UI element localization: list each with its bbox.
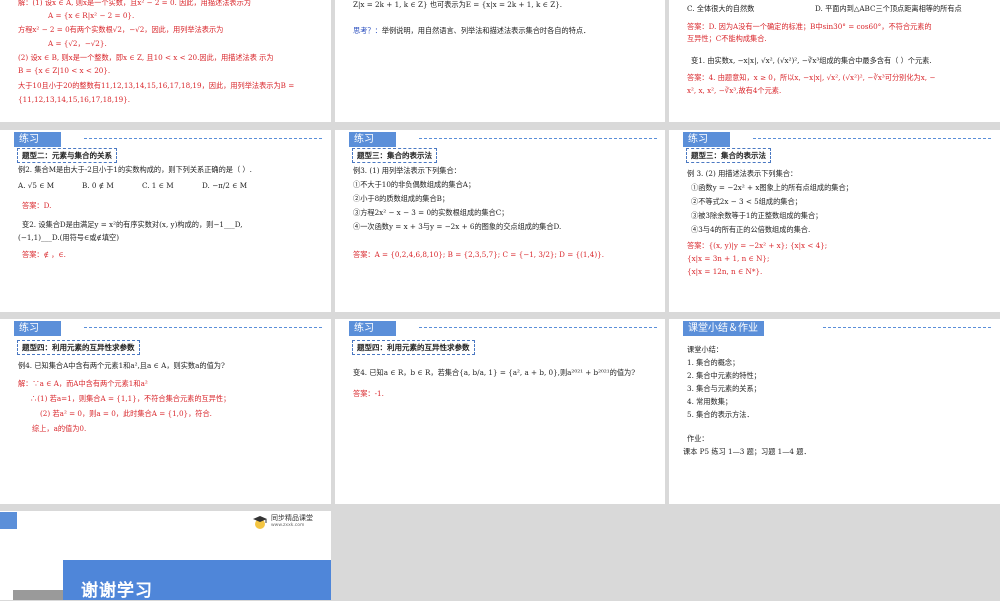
solution-line: A = {√2，−√2}. (48, 39, 107, 48)
topic-tag: 题型三：集合的表示法 (686, 148, 771, 163)
header-divider (84, 138, 322, 139)
corner-square (0, 512, 17, 529)
question-text: 例2. 集合M是由大于-2且小于1的实数构成的，则下列关系正确的是（ ）. (18, 165, 252, 174)
slide-6[interactable]: 练习 题型三：集合的表示法 例 3. (2) 用描述法表示下列集合： ①函数y … (669, 130, 1000, 312)
topic-tag: 题型四：利用元素的互异性求参数 (17, 340, 140, 355)
question-text: 例3. (1) 用列举法表示下列集合： (353, 166, 461, 175)
answer-value: D. (43, 201, 52, 210)
think-label: 思考？： (353, 26, 382, 35)
answer-line: {x|x = 3n + 1, n ∈ N}; (687, 254, 770, 263)
solution-line: (2) 若a² = 0，则a = 0，此时集合A = {1,0}，符合. (40, 409, 212, 418)
option-c: C. 1 ∈ M (142, 181, 174, 190)
slide-header: 练习 (349, 320, 396, 336)
list-item: ④一次函数y = x + 3与y = −2x + 6的图象的交点组成的集合D. (353, 222, 562, 231)
topic-tag: 题型三：集合的表示法 (352, 148, 437, 163)
answer-label: 答案： (22, 201, 44, 210)
summary-item: 4. 常用数集； (687, 397, 733, 406)
solution-line: B = {x ∈ Z|10 < x < 20}. (18, 66, 111, 75)
solution-line: A = {x ∈ R|x² − 2 = 0}. (48, 11, 135, 20)
question-text: (−1,1)___D.(用符号∈或∉填空) (18, 233, 120, 242)
answer-line: 答案：{(x, y)|y = −2x² + x}; {x|x < 4}; (687, 241, 828, 250)
answer-line: 互异性；C不能构成集合. (687, 34, 767, 43)
graduation-cap-icon (253, 516, 267, 529)
slide-header: 练习 (349, 131, 396, 147)
slide-1[interactable]: 解：(1) 设x ∈ A, 则x是一个实数，且x² − 2 = 0. 因此，用描… (0, 0, 331, 122)
option-d: D. −π/2 ∈ M (202, 181, 248, 190)
solution-line: 综上，a的值为0. (32, 424, 87, 433)
option-c: C. 全体很大的自然数 (687, 4, 755, 13)
slide-2[interactable]: Z|x = 2k + 1, k ∈ Z} 也可表示为E = {x|x = 2k … (335, 0, 665, 122)
list-item: ②不等式2x − 3 < 5组成的集合； (691, 197, 802, 206)
question-text: 变2. 设集合D是由满足y = x²的有序实数对(x, y)构成的，则−1___… (22, 220, 243, 229)
summary-item: 1. 集合的概念； (687, 358, 740, 367)
slide-3[interactable]: C. 全体很大的自然数 D. 平面内到△ABC三个顶点距离相等的所有点 答案：D… (669, 0, 1000, 122)
text-line: Z|x = 2k + 1, k ∈ Z} 也可表示为E = {x|x = 2k … (353, 0, 563, 9)
option-a: A. √5 ∈ M (18, 181, 55, 190)
slide-7[interactable]: 练习 题型四：利用元素的互异性求参数 例4. 已知集合A中含有两个元素1和a²,… (0, 319, 331, 504)
topic-tag: 题型二：元素与集合的关系 (17, 148, 117, 163)
summary-title: 课堂小结： (687, 345, 723, 354)
header-divider (419, 327, 657, 328)
think-text: 举例说明，用自然语言、列举法和描述法表示集合时各自的特点． (381, 26, 591, 35)
slide-5[interactable]: 练习 题型三：集合的表示法 例3. (1) 用列举法表示下列集合： ①不大于10… (335, 130, 665, 312)
solution-line: {11,12,13,14,15,16,17,18,19}. (18, 95, 131, 104)
answer-line: x², x, x², −∛x³,故有4个元素. (687, 86, 782, 95)
question-text: 变4. 已知a ∈ R，b ∈ R，若集合{a, b/a, 1} = {a², … (353, 368, 636, 377)
solution-line: 解：(1) 设x ∈ A, 则x是一个实数，且x² − 2 = 0. 因此，用描… (18, 0, 251, 7)
answer-line: {x|x = 12n, n ∈ N*}. (687, 267, 763, 276)
brand-logo: 同步精品课堂 www.zxxk.com (252, 514, 313, 530)
slide-9[interactable]: 课堂小结＆作业 课堂小结： 1. 集合的概念； 2. 集合中元素的特性； 3. … (669, 319, 1000, 504)
option-d: D. 平面内到△ABC三个顶点距离相等的所有点 (815, 4, 962, 13)
decorative-bar (13, 590, 63, 600)
list-item: ③方程2x² − x − 3 = 0的实数根组成的集合C； (353, 208, 509, 217)
thanks-title: 谢谢学习 (81, 581, 153, 601)
summary-item: 2. 集合中元素的特性； (687, 371, 761, 380)
answer-line: 答案：D. 因为A没有一个确定的标准；B中sin30° = cos60°，不符合… (687, 22, 932, 31)
solution-line: 方程x² − 2 = 0有两个实数根√2，−√2，因此，用列举法表示为 (18, 25, 224, 34)
header-divider (419, 138, 657, 139)
logo-url: www.zxxk.com (271, 523, 305, 528)
slide-8[interactable]: 练习 题型四：利用元素的互异性求参数 变4. 已知a ∈ R，b ∈ R，若集合… (335, 319, 665, 504)
summary-item: 3. 集合与元素的关系； (687, 384, 761, 393)
list-item: ①不大于10的非负偶数组成的集合A； (353, 180, 476, 189)
solution-line: ∴(1) 若a=1，则集合A = {1,1}，不符合集合元素的互异性； (30, 394, 231, 403)
topic-tag: 题型四：利用元素的互异性求参数 (352, 340, 475, 355)
solution-line: 解：∵a ∈ A，而A中含有两个元素1和a² (18, 379, 148, 388)
question-line: 变1. 由实数x, −x|x|, √x², (√x²)², −∛x³组成的集合中… (691, 56, 932, 65)
slide-header: 课堂小结＆作业 (683, 320, 764, 336)
slide-4[interactable]: 练习 题型二：元素与集合的关系 例2. 集合M是由大于-2且小于1的实数构成的，… (0, 130, 331, 312)
header-divider (823, 327, 991, 328)
solution-line: 大于10且小于20的整数有11,12,13,14,15,16,17,18,19，… (18, 81, 295, 90)
slide-header: 练习 (14, 320, 61, 336)
list-item: ④3与4的所有正的公倍数组成的集合. (691, 225, 811, 234)
homework-text: 课本 P5 练习 1—3 题；习题 1—4 题． (683, 447, 811, 456)
logo-name: 同步精品课堂 (271, 514, 313, 522)
answer-line: 答案：4. 由题意知，x ≥ 0，所以x, −x|x|, √x², (√x²)²… (687, 73, 936, 82)
answer-text: 答案：A = {0,2,4,6,8,10}; B = {2,3,5,7}; C … (353, 250, 605, 259)
question-text: 例4. 已知集合A中含有两个元素1和a²,且a ∈ A，则实数a的值为? (18, 361, 225, 370)
list-item: ①函数y = −2x² + x图象上的所有点组成的集合； (691, 183, 853, 192)
answer-text: 答案：∉ ，∈. (22, 250, 66, 259)
list-item: ③被3除余数等于1的正整数组成的集合； (691, 211, 823, 220)
header-divider (84, 327, 322, 328)
slide-header: 练习 (683, 131, 730, 147)
header-divider (753, 138, 991, 139)
option-b: B. 0 ∉ M (82, 181, 114, 190)
question-text: 例 3. (2) 用描述法表示下列集合： (687, 169, 798, 178)
homework-title: 作业： (687, 434, 709, 443)
slide-header: 练习 (14, 131, 61, 147)
list-item: ②小于8的质数组成的集合B； (353, 194, 450, 203)
answer-text: 答案：-1. (353, 389, 384, 398)
summary-item: 5. 集合的表示方法． (687, 410, 754, 419)
solution-line: (2) 设x ∈ B, 则x是一个整数，即x ∈ Z, 且10 < x < 20… (18, 53, 274, 62)
